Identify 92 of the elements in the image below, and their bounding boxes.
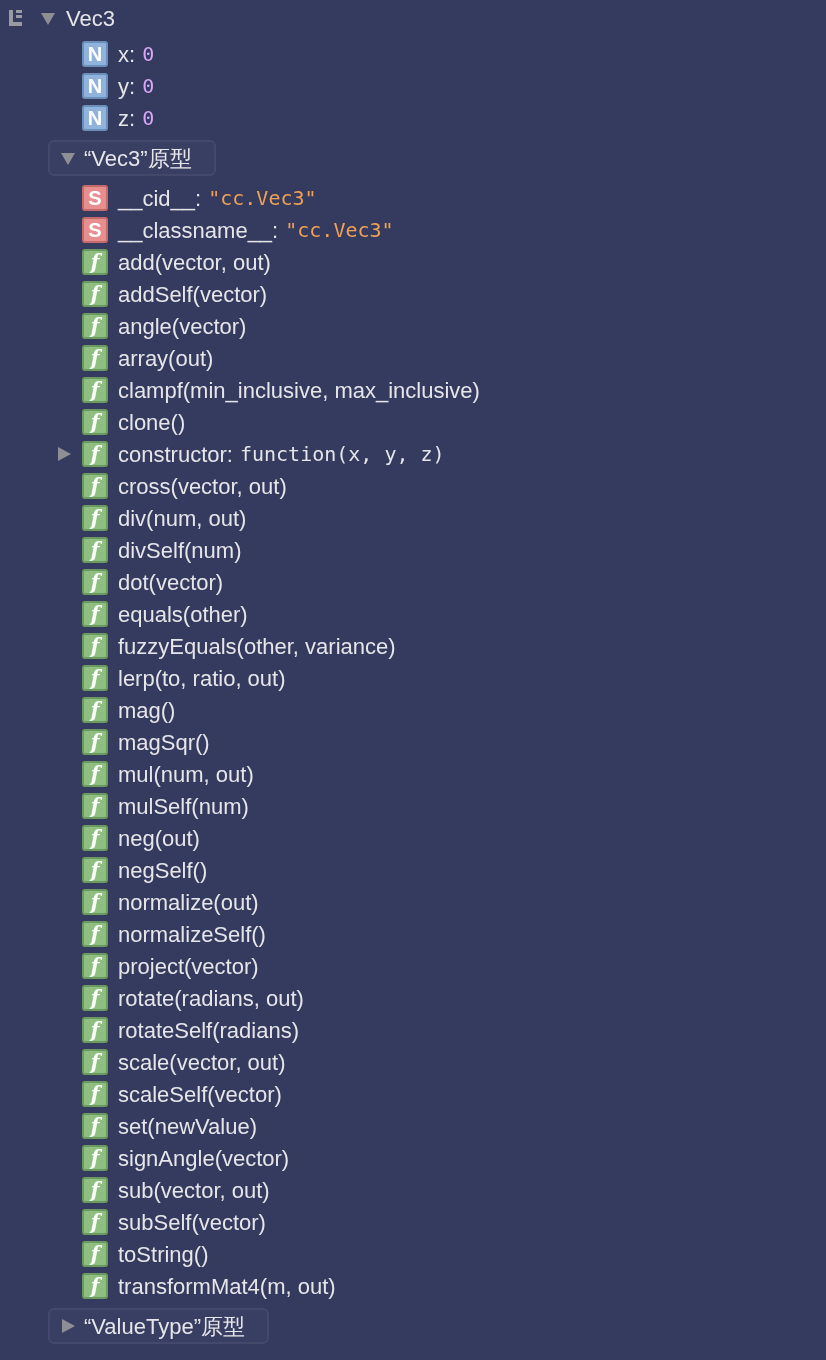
method-signature: magSqr() <box>118 728 210 757</box>
type-badge: f <box>82 953 108 979</box>
type-badge: f <box>82 313 108 339</box>
property-value: 0 <box>142 41 155 68</box>
collapse-triangle-icon[interactable] <box>60 150 76 166</box>
method-signature: mulSelf(num) <box>118 792 249 821</box>
method-signature: signAngle(vector) <box>118 1144 290 1173</box>
method-signature: lerp(to, ratio, out) <box>118 664 286 693</box>
type-badge: f <box>82 281 108 307</box>
method-signature: div(num, out) <box>118 504 247 533</box>
property-name: constructor: <box>118 440 233 469</box>
method-signature: fuzzyEquals(other, variance) <box>118 632 396 661</box>
type-badge: f <box>82 665 108 691</box>
tree-list-icon <box>8 9 24 27</box>
property-value: 0 <box>142 73 155 100</box>
prototype-label: “ValueType”原型 <box>84 1312 245 1341</box>
type-badge: f <box>82 761 108 787</box>
type-badge: f <box>82 1273 108 1299</box>
type-badge: N <box>82 73 108 99</box>
collapse-triangle-icon[interactable] <box>40 10 56 26</box>
method-signature: sub(vector, out) <box>118 1176 270 1205</box>
prototype-group-header[interactable]: “Vec3”原型 <box>48 140 216 176</box>
method-signature: scale(vector, out) <box>118 1048 286 1077</box>
type-badge: f <box>82 249 108 275</box>
method-signature: project(vector) <box>118 952 259 981</box>
method-signature: transformMat4(m, out) <box>118 1272 336 1301</box>
type-badge: f <box>82 473 108 499</box>
object-label[interactable]: Vec3 <box>66 1 115 35</box>
method-signature: mul(num, out) <box>118 760 254 789</box>
method-signature: addSelf(vector) <box>118 280 268 309</box>
method-signature: normalize(out) <box>118 888 259 917</box>
method-signature: equals(other) <box>118 600 248 629</box>
method-signature: negSelf() <box>118 856 208 885</box>
type-badge: N <box>82 105 108 131</box>
expand-triangle-icon[interactable] <box>60 1318 76 1334</box>
type-badge: f <box>82 985 108 1011</box>
method-signature: clone() <box>118 408 186 437</box>
type-badge: f <box>82 377 108 403</box>
method-signature: angle(vector) <box>118 312 247 341</box>
type-badge: f <box>82 601 108 627</box>
type-badge: f <box>82 793 108 819</box>
property-name: __cid__: <box>118 184 202 213</box>
property-value: "cc.Vec3" <box>285 217 394 244</box>
expand-triangle-icon[interactable] <box>56 446 72 462</box>
type-badge: f <box>82 1177 108 1203</box>
type-badge: f <box>82 1081 108 1107</box>
prototype-label: “Vec3”原型 <box>84 144 192 173</box>
type-badge: f <box>82 1241 108 1267</box>
type-badge: f <box>82 1113 108 1139</box>
type-badge: f <box>82 633 108 659</box>
type-badge: f <box>82 505 108 531</box>
type-badge: f <box>82 889 108 915</box>
type-badge: S <box>82 185 108 211</box>
type-badge: N <box>82 41 108 67</box>
property-name: z: <box>118 104 136 133</box>
property-value: 0 <box>142 105 155 132</box>
method-signature: clampf(min_inclusive, max_inclusive) <box>118 376 480 405</box>
type-badge: f <box>82 569 108 595</box>
type-badge: f <box>82 825 108 851</box>
type-badge: f <box>82 1049 108 1075</box>
type-badge: f <box>82 441 108 467</box>
method-signature: mag() <box>118 696 176 725</box>
type-badge: f <box>82 729 108 755</box>
type-badge: f <box>82 409 108 435</box>
method-signature: subSelf(vector) <box>118 1208 266 1237</box>
method-signature: set(newValue) <box>118 1112 257 1141</box>
type-badge: f <box>82 1145 108 1171</box>
method-signature: cross(vector, out) <box>118 472 287 501</box>
method-signature: divSelf(num) <box>118 536 242 565</box>
property-name: y: <box>118 72 136 101</box>
type-badge: f <box>82 1209 108 1235</box>
method-signature: scaleSelf(vector) <box>118 1080 282 1109</box>
property-value: function(x, y, z) <box>239 441 445 468</box>
type-badge: f <box>82 1017 108 1043</box>
type-badge: f <box>82 697 108 723</box>
method-signature: toString() <box>118 1240 209 1269</box>
property-name: __classname__: <box>118 216 279 245</box>
type-badge: f <box>82 345 108 371</box>
method-signature: neg(out) <box>118 824 200 853</box>
property-name: x: <box>118 40 136 69</box>
method-signature: dot(vector) <box>118 568 224 597</box>
type-badge: S <box>82 217 108 243</box>
method-signature: rotateSelf(radians) <box>118 1016 299 1045</box>
type-badge: f <box>82 921 108 947</box>
method-signature: add(vector, out) <box>118 248 271 277</box>
method-signature: array(out) <box>118 344 214 373</box>
type-badge: f <box>82 857 108 883</box>
property-value: "cc.Vec3" <box>208 185 317 212</box>
method-signature: rotate(radians, out) <box>118 984 304 1013</box>
prototype-group-header[interactable]: “ValueType”原型 <box>48 1308 269 1344</box>
type-badge: f <box>82 537 108 563</box>
method-signature: normalizeSelf() <box>118 920 266 949</box>
